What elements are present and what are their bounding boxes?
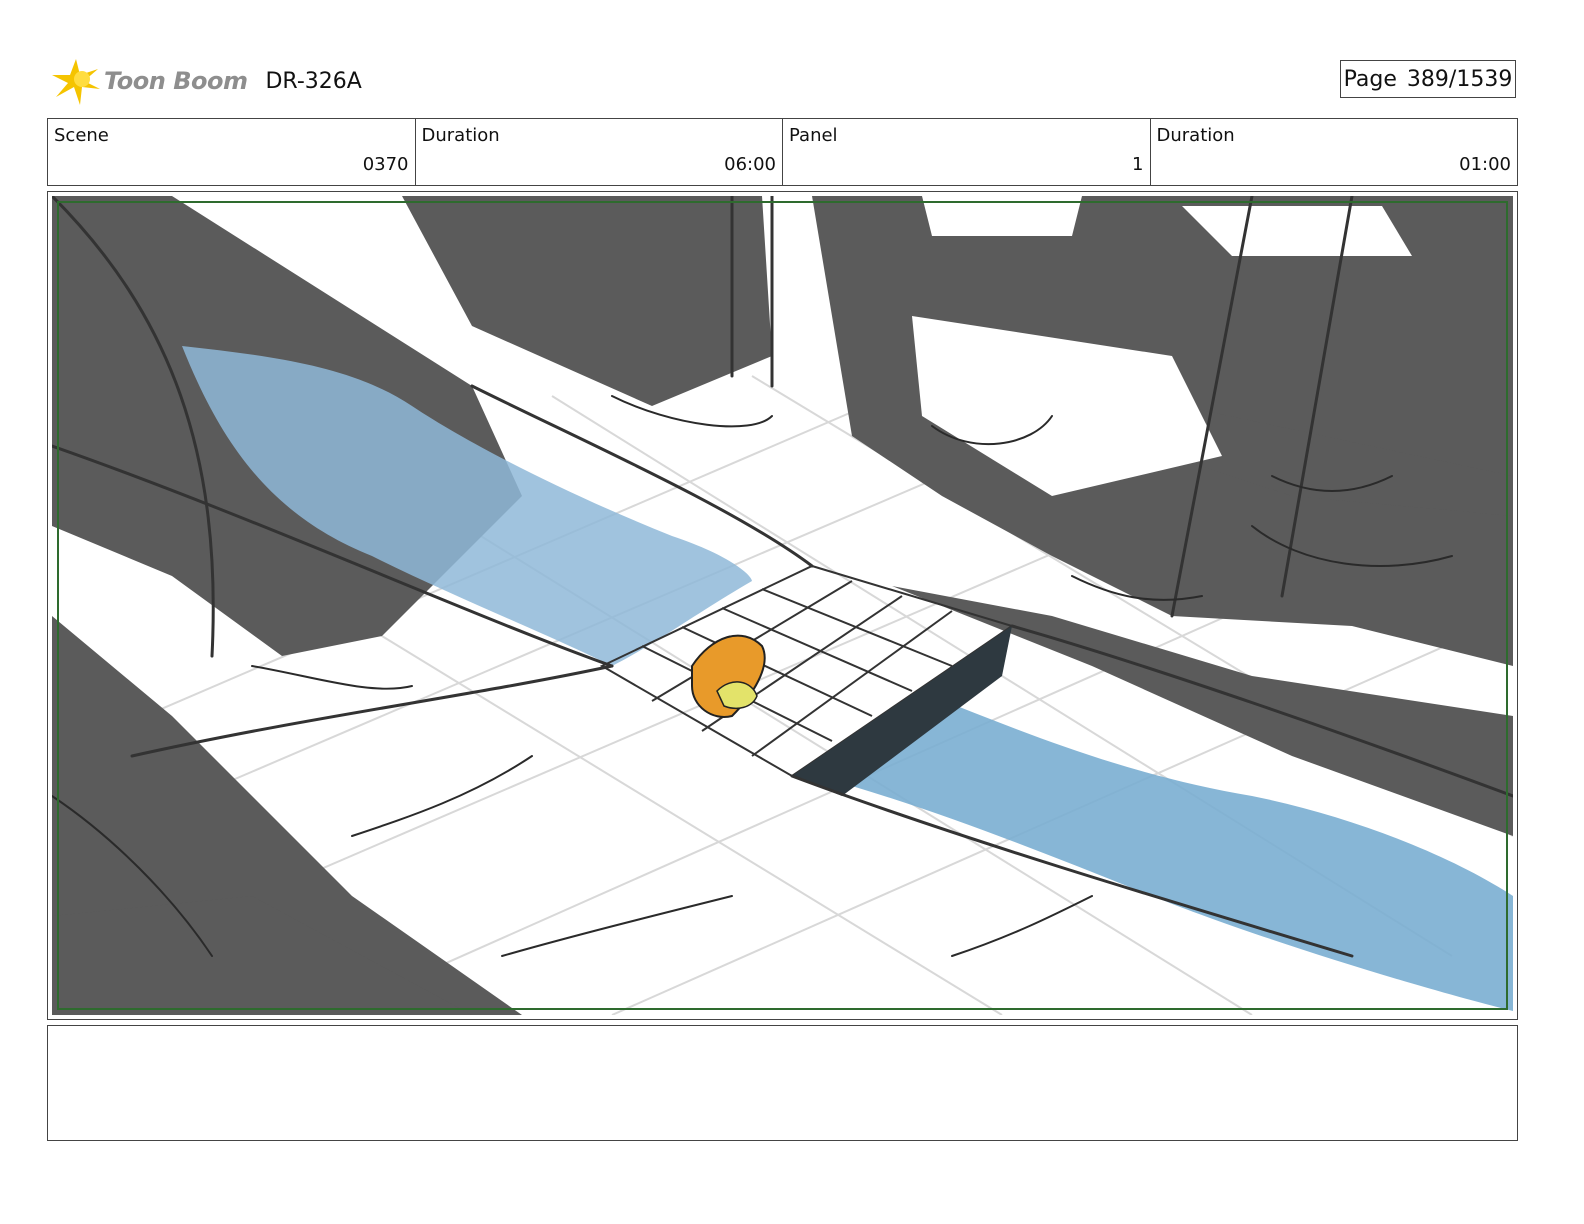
scene-cell: Scene 0370 <box>48 119 416 185</box>
panel-duration-label: Duration <box>1156 125 1235 146</box>
panel-duration-cell: Duration 01:00 <box>1151 119 1518 185</box>
scene-label: Scene <box>54 125 109 146</box>
panel-drawing <box>52 196 1513 1015</box>
document-id: DR-326A <box>265 68 362 94</box>
page-number: 389/1539 <box>1406 66 1513 92</box>
scene-duration-cell: Duration 06:00 <box>416 119 783 185</box>
page-indicator: Page 389/1539 <box>1340 60 1516 98</box>
scene-value: 0370 <box>362 154 409 175</box>
panel-label: Panel <box>789 125 838 146</box>
panel-duration-value: 01:00 <box>1459 154 1511 175</box>
page-label: Page <box>1343 66 1397 92</box>
panel-value: 1 <box>1132 154 1144 175</box>
storyboard-panel <box>47 191 1518 1020</box>
starburst-icon <box>52 59 100 105</box>
scene-info-row: Scene 0370 Duration 06:00 Panel 1 Durati… <box>47 118 1518 186</box>
toon-boom-logo: Toon Boom DR-326A <box>50 54 362 108</box>
brand-name: Toon Boom <box>104 67 248 95</box>
notes-box <box>47 1025 1518 1141</box>
scene-duration-value: 06:00 <box>724 154 776 175</box>
scene-duration-label: Duration <box>421 125 500 146</box>
panel-cell: Panel 1 <box>783 119 1151 185</box>
